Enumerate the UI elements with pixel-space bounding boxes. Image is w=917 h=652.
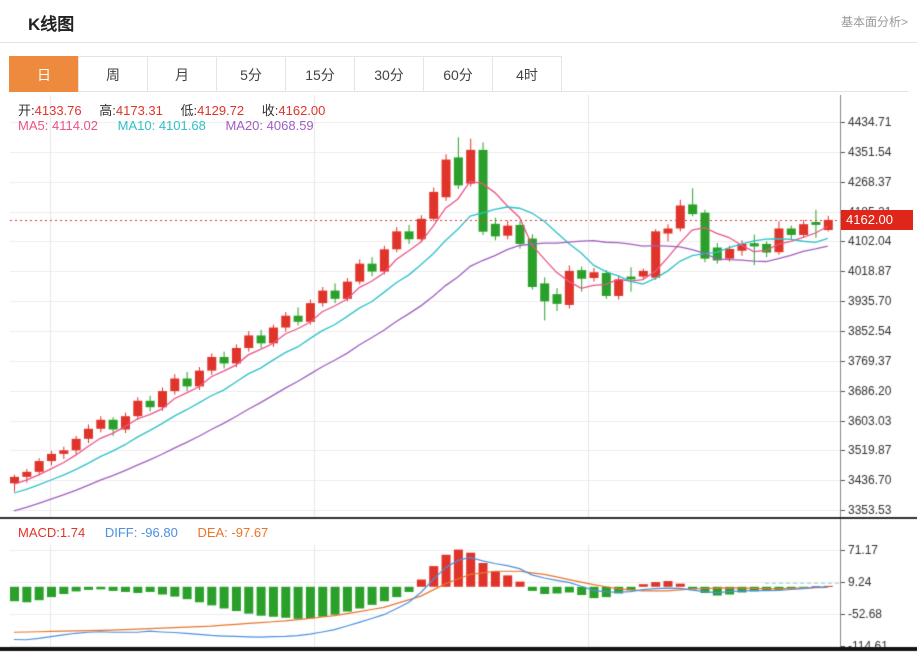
fundamental-analysis-link[interactable]: 基本面分析> xyxy=(841,13,908,30)
tab-4hour[interactable]: 4时 xyxy=(492,56,562,92)
kline-page: K线图 基本面分析> 日 周 月 5分 15分 30分 60分 4时 开:413… xyxy=(0,0,917,652)
kline-chart-canvas[interactable] xyxy=(0,95,917,652)
tab-60min[interactable]: 60分 xyxy=(423,56,493,92)
header-divider xyxy=(0,42,917,43)
tab-weekly[interactable]: 周 xyxy=(78,56,148,92)
current-price-marker: 4162.00 xyxy=(841,210,913,230)
tab-monthly[interactable]: 月 xyxy=(147,56,217,92)
tab-15min[interactable]: 15分 xyxy=(285,56,355,92)
tab-daily[interactable]: 日 xyxy=(9,56,79,92)
tab-30min[interactable]: 30分 xyxy=(354,56,424,92)
page-title: K线图 xyxy=(28,15,75,34)
interval-tabbar: 日 周 月 5分 15分 30分 60分 4时 xyxy=(9,56,562,92)
tab-5min[interactable]: 5分 xyxy=(216,56,286,92)
